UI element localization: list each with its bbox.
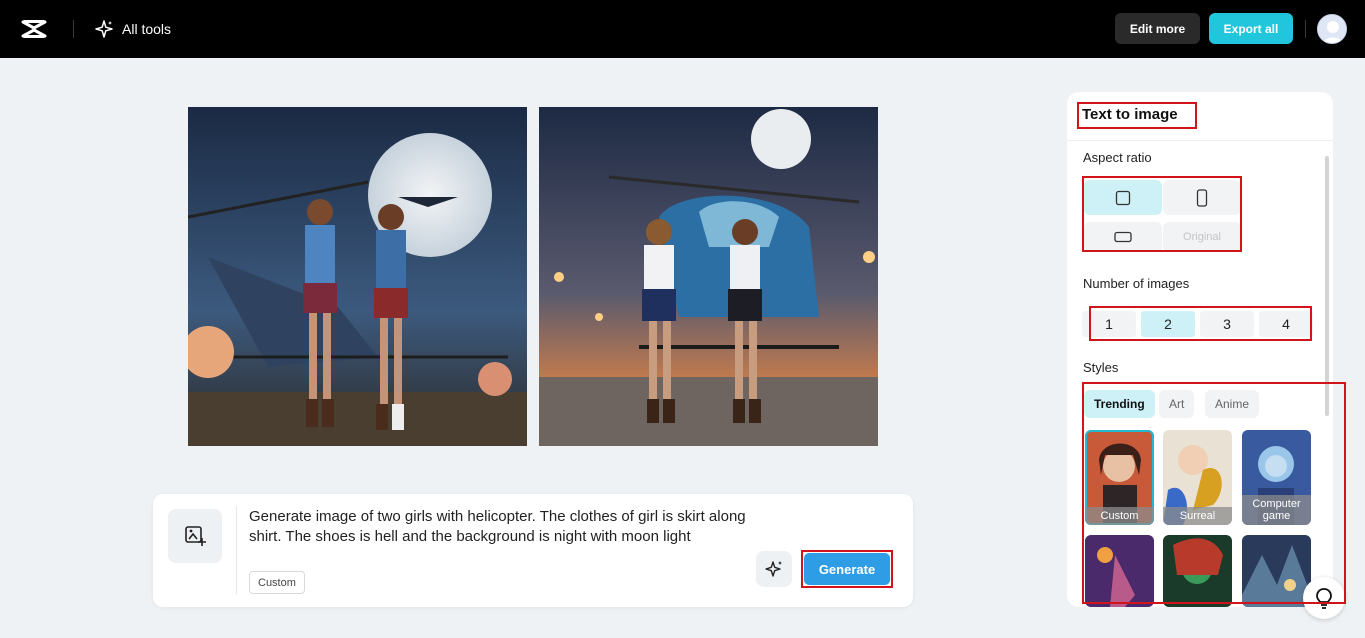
style-card-label: Computer game <box>1242 495 1311 525</box>
sparkle-icon <box>95 20 113 38</box>
original-ratio-label: Original <box>1183 231 1221 243</box>
style-card-custom[interactable]: Custom <box>1085 430 1154 525</box>
top-bar: All tools Edit more Export all <box>0 0 1365 58</box>
styles-label: Styles <box>1083 360 1119 375</box>
number-of-images-label: Number of images <box>1083 276 1190 291</box>
lightbulb-icon <box>1316 588 1332 609</box>
text-to-image-panel: Text to image Aspect ratio Original Numb… <box>1067 92 1333 607</box>
generated-image-1[interactable] <box>188 107 527 446</box>
style-card-more-1[interactable] <box>1085 535 1154 607</box>
aspect-ratio-original[interactable]: Original <box>1163 222 1241 252</box>
image-count-1[interactable]: 1 <box>1082 311 1136 337</box>
image-count-4[interactable]: 4 <box>1259 311 1313 337</box>
all-tools-label: All tools <box>122 21 172 37</box>
export-all-button[interactable]: Export all <box>1209 13 1293 44</box>
style-tab-art[interactable]: Art <box>1159 390 1195 418</box>
topbar-divider <box>73 20 74 38</box>
style-card-label: Custom <box>1085 507 1154 525</box>
aspect-ratio-label: Aspect ratio <box>1083 150 1152 165</box>
panel-scrollbar[interactable] <box>1325 156 1329 416</box>
panel-title: Text to image <box>1082 106 1178 123</box>
image-count-3[interactable]: 3 <box>1200 311 1254 337</box>
aspect-ratio-square[interactable] <box>1084 180 1162 215</box>
style-card-computer-game[interactable]: Computer game <box>1242 430 1311 525</box>
style-card-surreal[interactable]: Surreal <box>1163 430 1232 525</box>
panel-divider <box>1067 140 1333 141</box>
prompt-panel: Generate image of two girls with helicop… <box>153 494 913 607</box>
aspect-ratio-portrait[interactable] <box>1163 180 1241 215</box>
help-button[interactable] <box>1303 577 1345 619</box>
prompt-enhance-button[interactable] <box>756 551 792 587</box>
add-image-button[interactable] <box>168 509 222 563</box>
capcut-logo-icon[interactable] <box>20 15 48 43</box>
generate-button[interactable]: Generate <box>804 553 890 585</box>
prompt-divider <box>236 506 237 594</box>
image-count-2[interactable]: 2 <box>1141 311 1195 337</box>
style-card-label: Surreal <box>1163 507 1232 525</box>
portrait-ratio-icon <box>1196 188 1208 207</box>
prompt-input[interactable]: Generate image of two girls with helicop… <box>249 507 749 547</box>
all-tools-button[interactable]: All tools <box>94 16 171 42</box>
landscape-ratio-icon <box>1114 231 1132 243</box>
edit-more-button[interactable]: Edit more <box>1115 13 1200 44</box>
add-image-icon <box>185 526 206 546</box>
style-tab-trending[interactable]: Trending <box>1084 390 1155 418</box>
style-card-more-2[interactable] <box>1163 535 1232 607</box>
aspect-ratio-landscape[interactable] <box>1084 222 1162 252</box>
sparkle-icon <box>765 561 782 577</box>
square-ratio-icon <box>1115 190 1131 205</box>
style-chip[interactable]: Custom <box>249 571 305 594</box>
style-tab-anime[interactable]: Anime <box>1205 390 1260 418</box>
topbar-divider <box>1305 20 1306 38</box>
generated-image-2[interactable] <box>539 107 878 446</box>
style-card-more-3[interactable] <box>1242 535 1311 607</box>
user-avatar[interactable] <box>1317 14 1347 44</box>
